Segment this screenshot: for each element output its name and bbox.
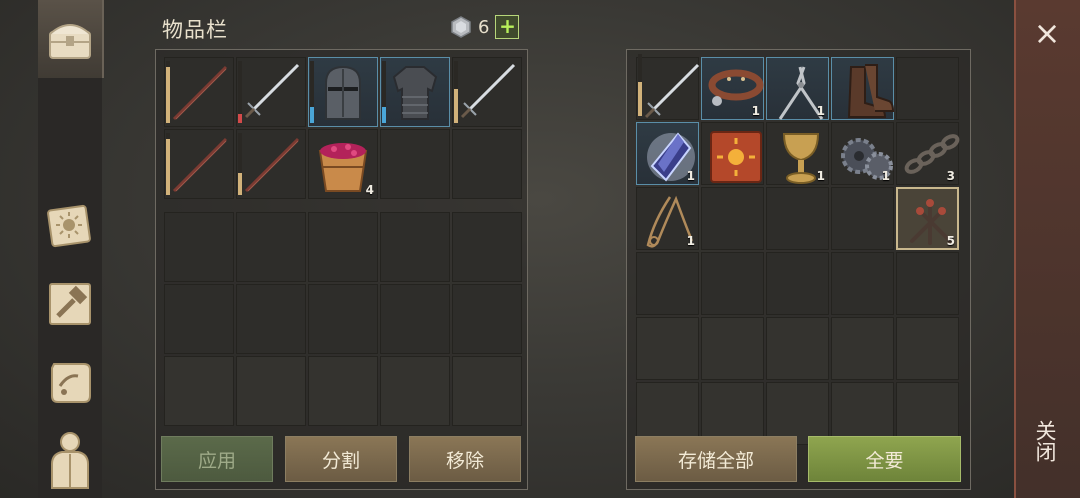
empty-slot[interactable] bbox=[452, 212, 522, 282]
close-label[interactable]: 关闭 bbox=[1033, 420, 1060, 462]
empty-slot[interactable] bbox=[896, 252, 959, 315]
empty-slot[interactable] bbox=[896, 317, 959, 380]
item-quantity: 1 bbox=[686, 169, 695, 183]
recipe-book-icon[interactable] bbox=[38, 194, 102, 258]
inventory-slot-crystal[interactable]: 1 bbox=[636, 122, 699, 185]
map-scroll-icon[interactable] bbox=[38, 350, 102, 414]
durability-bar bbox=[238, 61, 242, 123]
empty-slot[interactable] bbox=[236, 212, 306, 282]
spear-icon bbox=[240, 133, 302, 195]
empty-slot[interactable] bbox=[896, 57, 959, 120]
durability-bar bbox=[166, 133, 170, 195]
empty-slot[interactable] bbox=[766, 252, 829, 315]
chest-icon[interactable] bbox=[38, 7, 102, 71]
inventory-title: 物品栏 bbox=[162, 18, 228, 42]
empty-slot[interactable] bbox=[164, 356, 234, 426]
empty-slot[interactable] bbox=[380, 212, 450, 282]
empty-slot[interactable] bbox=[701, 317, 764, 380]
inventory-slot-knight-helmet[interactable] bbox=[308, 57, 378, 127]
empty-slot[interactable] bbox=[452, 356, 522, 426]
knight-helmet-icon bbox=[312, 61, 374, 123]
empty-slot[interactable] bbox=[380, 129, 450, 199]
durability-bar bbox=[454, 61, 458, 123]
boots-icon bbox=[835, 61, 897, 123]
inventory-slot-sword[interactable] bbox=[452, 57, 522, 127]
durability-bar bbox=[310, 61, 314, 123]
sun-book-icon bbox=[705, 126, 767, 188]
gem-icon bbox=[451, 16, 471, 38]
split-button[interactable]: 分割 bbox=[285, 436, 397, 482]
inventory-slot-collar[interactable]: 1 bbox=[701, 57, 764, 120]
empty-slot[interactable] bbox=[308, 284, 378, 354]
spear-icon bbox=[168, 61, 230, 123]
inventory-slot-gears[interactable]: 1 bbox=[831, 122, 894, 185]
item-quantity: 4 bbox=[365, 183, 374, 197]
item-quantity: 1 bbox=[686, 234, 695, 248]
inventory-slot-rope[interactable]: 1 bbox=[636, 187, 699, 250]
item-quantity: 1 bbox=[816, 104, 825, 118]
inventory-slot-spear[interactable] bbox=[236, 129, 306, 199]
durability-bar bbox=[382, 61, 386, 123]
empty-slot[interactable] bbox=[452, 284, 522, 354]
inventory-slot-boots[interactable] bbox=[831, 57, 897, 123]
item-quantity: 1 bbox=[816, 169, 825, 183]
inventory-slot-chest-armor[interactable] bbox=[380, 57, 450, 127]
sword-icon bbox=[456, 61, 518, 123]
chest-armor-icon bbox=[384, 61, 446, 123]
inventory-slot-sun-book[interactable] bbox=[701, 122, 764, 185]
inventory-slot-goblet[interactable]: 1 bbox=[766, 122, 829, 185]
crafting-hammer-icon[interactable] bbox=[38, 272, 102, 336]
durability-bar bbox=[166, 61, 170, 123]
sword-icon bbox=[640, 61, 702, 123]
empty-slot[interactable] bbox=[701, 187, 764, 250]
empty-slot[interactable] bbox=[831, 317, 894, 380]
inventory-slot-spear[interactable] bbox=[164, 129, 234, 199]
add-gems-button[interactable]: + bbox=[495, 15, 520, 39]
empty-slot[interactable] bbox=[380, 356, 450, 426]
store-all-button[interactable]: 存储全部 bbox=[635, 436, 797, 482]
empty-slot[interactable] bbox=[636, 252, 699, 315]
inventory-slot-chain[interactable]: 3 bbox=[896, 122, 960, 185]
character-icon[interactable] bbox=[38, 428, 102, 492]
remove-button[interactable]: 移除 bbox=[409, 436, 521, 482]
gem-count: 6 bbox=[478, 16, 490, 38]
inventory-slot-berry-bucket[interactable]: 4 bbox=[308, 129, 378, 199]
empty-slot[interactable] bbox=[236, 356, 306, 426]
take-all-button[interactable]: 全要 bbox=[808, 436, 961, 482]
empty-slot[interactable] bbox=[380, 284, 450, 354]
empty-slot[interactable] bbox=[766, 317, 829, 380]
empty-slot[interactable] bbox=[308, 356, 378, 426]
empty-slot[interactable] bbox=[701, 252, 764, 315]
inventory-slot-tongs[interactable]: 1 bbox=[766, 57, 829, 120]
spear-icon bbox=[168, 133, 230, 195]
close-icon[interactable]: × bbox=[1030, 16, 1064, 50]
empty-slot[interactable] bbox=[236, 284, 306, 354]
empty-slot[interactable] bbox=[636, 317, 699, 380]
durability-bar bbox=[638, 54, 642, 116]
inventory-slot-nails[interactable]: 5 bbox=[896, 187, 959, 250]
empty-slot[interactable] bbox=[452, 129, 522, 199]
durability-bar bbox=[238, 133, 242, 195]
empty-slot[interactable] bbox=[164, 284, 234, 354]
empty-slot[interactable] bbox=[831, 252, 894, 315]
item-quantity: 1 bbox=[751, 104, 760, 118]
empty-slot[interactable] bbox=[308, 212, 378, 282]
apply-button[interactable]: 应用 bbox=[161, 436, 273, 482]
inventory-slot-sword[interactable] bbox=[236, 57, 306, 127]
sword-icon bbox=[240, 61, 302, 123]
inventory-slot-spear[interactable] bbox=[164, 57, 234, 127]
empty-slot[interactable] bbox=[831, 187, 894, 250]
inventory-slot-sword[interactable] bbox=[636, 54, 702, 123]
gem-counter: 6 + bbox=[450, 14, 520, 40]
item-quantity: 1 bbox=[881, 169, 890, 183]
empty-slot[interactable] bbox=[766, 187, 829, 250]
item-quantity: 5 bbox=[946, 234, 955, 248]
item-quantity: 3 bbox=[946, 169, 955, 183]
empty-slot[interactable] bbox=[164, 212, 234, 282]
